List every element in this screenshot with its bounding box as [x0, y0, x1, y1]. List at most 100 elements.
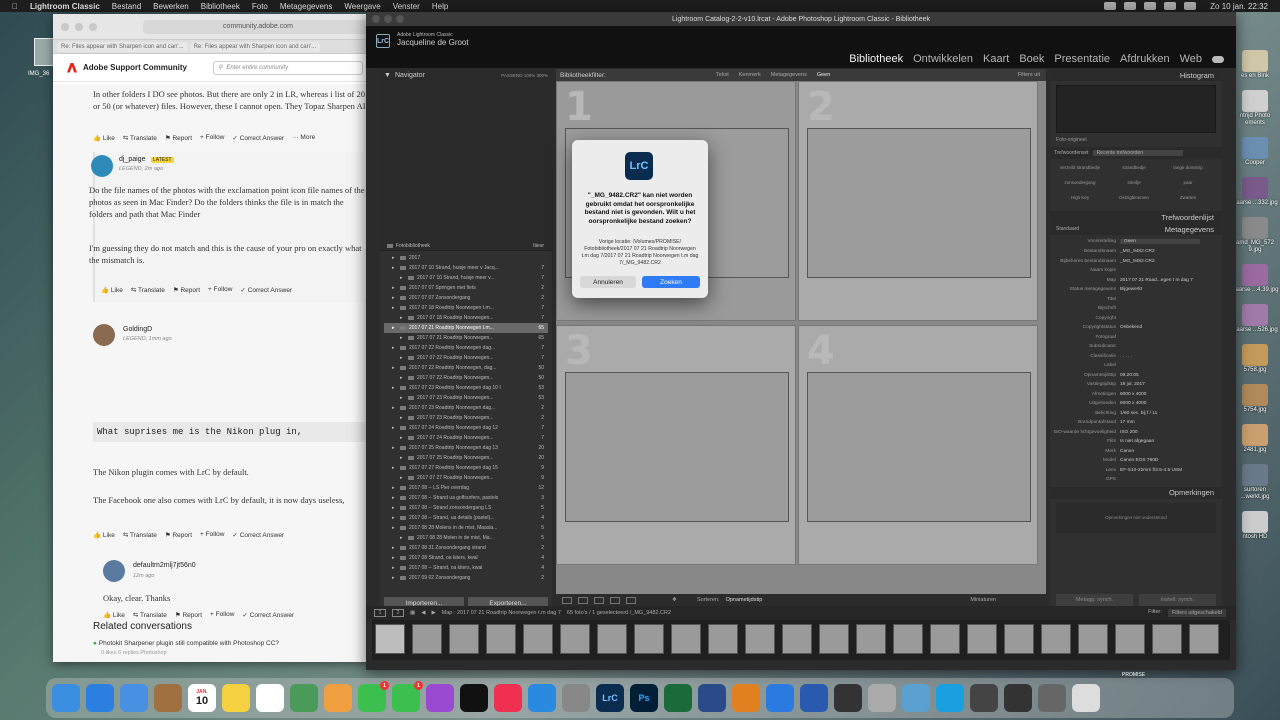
- folder-row[interactable]: ▸ 2017 07 07 Springen met fiets 2: [384, 283, 548, 293]
- site-title[interactable]: Adobe Support Community: [83, 63, 187, 72]
- facetime-icon[interactable]: 1: [392, 681, 423, 712]
- messages-icon[interactable]: 1: [358, 681, 389, 712]
- desktop-icon[interactable]: amd_MG_572 9.jpg: [1231, 217, 1279, 254]
- disclosure-triangle-icon[interactable]: ▸: [400, 395, 405, 401]
- disclosure-triangle-icon[interactable]: ▸: [400, 315, 405, 321]
- filmstrip-thumbnail[interactable]: [560, 624, 590, 654]
- menu-foto[interactable]: Foto: [246, 2, 274, 11]
- follow-button[interactable]: + Follow: [200, 134, 224, 142]
- disclosure-triangle-icon[interactable]: ▸: [400, 335, 405, 341]
- disclosure-triangle-icon[interactable]: ▸: [392, 385, 397, 391]
- status-tray-icon[interactable]: [1124, 2, 1137, 10]
- correct-answer-button[interactable]: ✓ Correct Answer: [232, 134, 284, 142]
- disclosure-triangle-icon[interactable]: ▸: [392, 555, 397, 561]
- keyword-chip[interactable]: strandbedje: [1108, 165, 1160, 170]
- filmstrip-filter-select[interactable]: Filters uitgeschakeld: [1167, 609, 1226, 617]
- mail-icon[interactable]: [120, 684, 148, 712]
- report-button[interactable]: ⚑ Report: [165, 134, 192, 142]
- close-window-button[interactable]: [372, 15, 380, 23]
- skype-icon[interactable]: [936, 684, 964, 712]
- photo-thumbnail[interactable]: [807, 128, 1031, 278]
- desktop-icon[interactable]: 5754.jpg: [1231, 384, 1279, 414]
- finder-icon[interactable]: [52, 684, 80, 712]
- report-button[interactable]: ⚑ Report: [175, 611, 202, 619]
- metadata-row[interactable]: Uitgesneden 6000 x 4000: [1050, 399, 1222, 409]
- keyword-set-select[interactable]: Recente trefwoorden: [1092, 150, 1183, 156]
- keyword-chip[interactable]: Zwarten: [1162, 195, 1214, 200]
- sync-metadata-button[interactable]: Metagg. synch.: [1056, 594, 1133, 606]
- filmstrip-thumbnail[interactable]: [708, 624, 738, 654]
- notes-icon[interactable]: [222, 684, 250, 712]
- translate-button[interactable]: ⇆ Translate: [133, 611, 167, 619]
- translate-button[interactable]: ⇆ Translate: [131, 286, 165, 294]
- cloud-icon[interactable]: [1212, 55, 1224, 63]
- tv-icon[interactable]: [460, 684, 488, 712]
- avatar[interactable]: [91, 155, 113, 177]
- filter-text[interactable]: Tekst: [716, 72, 729, 78]
- disclosure-triangle-icon[interactable]: ▸: [392, 485, 397, 491]
- menu-bewerken[interactable]: Bewerken: [147, 2, 195, 11]
- related-item[interactable]: ● Photokit Sharpener plugin still compat…: [93, 640, 279, 647]
- comments-header[interactable]: Opmerkingen: [1050, 486, 1222, 499]
- metadata-row[interactable]: Titel: [1050, 295, 1222, 305]
- filmstrip-thumbnail[interactable]: [1152, 624, 1182, 654]
- desktop-icon[interactable]: Paarse ...4.39.jpg: [1231, 264, 1279, 294]
- menu-venster[interactable]: Venster: [387, 2, 426, 11]
- community-search-input[interactable]: ⚲ Enter entire community: [213, 60, 363, 75]
- filter-attribute[interactable]: Kenmerk: [739, 72, 761, 78]
- podcasts-icon[interactable]: [426, 684, 454, 712]
- disclosure-triangle-icon[interactable]: ▸: [392, 295, 397, 301]
- desktop-icon[interactable]: surtoren ...werkt.jpg: [1231, 464, 1279, 501]
- search-icon[interactable]: [1184, 2, 1197, 10]
- metadata-row[interactable]: Subsubcator: [1050, 342, 1222, 352]
- disclosure-triangle-icon[interactable]: ▸: [392, 345, 397, 351]
- folder-row[interactable]: ▸ 2017 07 22 Roadtrip Noorwegen... 7: [384, 353, 548, 363]
- folder-volume[interactable]: Fotobibliotheek Itiesr: [384, 241, 548, 251]
- survey-view-icon[interactable]: [610, 596, 620, 604]
- spray-can-icon[interactable]: ❖: [672, 597, 677, 603]
- avatar[interactable]: [93, 324, 115, 346]
- filmstrip-path[interactable]: Map : 2017 07 21 Roadtrip Noorwegen t.m …: [442, 610, 561, 616]
- reply-username[interactable]: GoldingD: [123, 326, 152, 333]
- reply-username[interactable]: dj_paige: [119, 156, 145, 163]
- metadata-row[interactable]: Vastlegtijdstip 19 jul. 2017: [1050, 380, 1222, 390]
- filmstrip-thumbnail[interactable]: [486, 624, 516, 654]
- disclosure-triangle-icon[interactable]: ▸: [392, 575, 397, 581]
- metadata-preset[interactable]: Standaard: [1056, 226, 1079, 232]
- keyword-list-header[interactable]: Trefwoordenlijst: [1050, 211, 1222, 223]
- disclosure-triangle-icon[interactable]: ▸: [392, 505, 397, 511]
- printer-icon[interactable]: [1004, 684, 1032, 712]
- folder-row[interactable]: ▸ 2017 07 23 Roadtrip Noorwegen... 53: [384, 393, 548, 403]
- folder-row[interactable]: ▸ 2017 08 28 Molen in de mist, Ma... 5: [384, 533, 548, 543]
- metadata-row[interactable]: Model Canon EOS 760D: [1050, 456, 1222, 466]
- disclosure-triangle-icon[interactable]: ▸: [392, 425, 397, 431]
- metadata-row[interactable]: Copyright: [1050, 314, 1222, 324]
- disclosure-triangle-icon[interactable]: ▸: [392, 525, 397, 531]
- metadata-row[interactable]: Bestandsnaam _MG_9482.CR2: [1050, 247, 1222, 257]
- metadata-row[interactable]: Map 2017 07 21 Road...egen t m dag 7: [1050, 276, 1222, 286]
- module-afdrukken[interactable]: Afdrukken: [1120, 53, 1170, 65]
- folder-row[interactable]: ▸ 2017 07 23 Roadtrip Noorwegen dag... 2: [384, 403, 548, 413]
- folder-row[interactable]: ▸ 2017 08 -- Strand ua golfsurfers, paste…: [384, 493, 548, 503]
- ghostery-icon[interactable]: [732, 684, 760, 712]
- grid-cell[interactable]: 4: [798, 325, 1038, 565]
- grid-cell[interactable]: 3: [556, 325, 796, 565]
- folder-row[interactable]: ▸ 2017 07 27 Roadtrip Noorwegen... 9: [384, 473, 548, 483]
- follow-button[interactable]: + Follow: [210, 611, 234, 619]
- folder-row[interactable]: ▸ 2017 08 Strand, oa kiters, kwal 4: [384, 553, 548, 563]
- disclosure-triangle-icon[interactable]: ▸: [400, 535, 405, 541]
- disclosure-triangle-icon[interactable]: ▸: [400, 355, 405, 361]
- desktop-icon[interactable]: 5758.jpg: [1231, 344, 1279, 374]
- back-arrow-icon[interactable]: ◀: [421, 610, 425, 616]
- filmstrip-thumbnail[interactable]: [819, 624, 849, 654]
- screen-1-button[interactable]: 1: [374, 609, 386, 617]
- minimize-window-button[interactable]: [75, 22, 83, 31]
- keyword-chip[interactable]: lange duinstrip: [1162, 165, 1214, 170]
- menu-app-name[interactable]: Lightroom Classic: [24, 2, 106, 11]
- filmstrip-thumbnail[interactable]: [1041, 624, 1071, 654]
- navigator-preview[interactable]: [380, 81, 552, 251]
- disclosure-triangle-icon[interactable]: ▸: [392, 405, 397, 411]
- filmstrip-thumbnail[interactable]: [523, 624, 553, 654]
- report-button[interactable]: ⚑ Report: [165, 531, 192, 539]
- loupe-view-icon[interactable]: [578, 596, 588, 604]
